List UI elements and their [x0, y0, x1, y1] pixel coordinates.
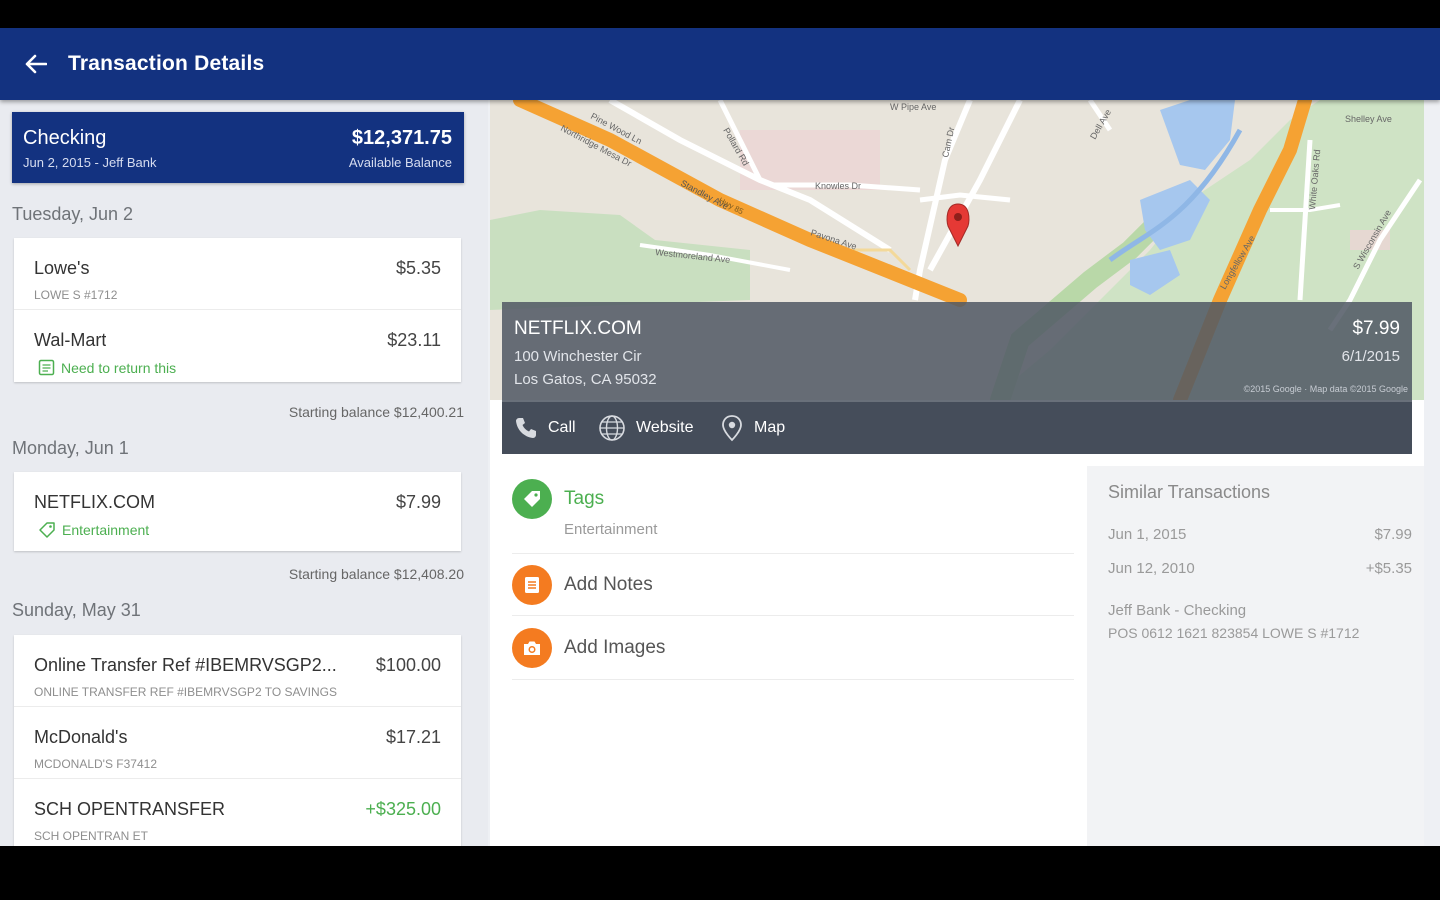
- map-button-label: Map: [754, 419, 786, 436]
- merchant-info-overlay: NETFLIX.COM 100 Winchester Cir Los Gatos…: [502, 302, 1412, 454]
- similar-transaction-date: Jun 12, 2010: [1108, 560, 1195, 577]
- back-button[interactable]: [18, 48, 54, 80]
- transaction-card: Lowe's $5.35 LOWE S #1712 Wal-Mart $23.1…: [14, 238, 461, 382]
- transaction-amount: $7.99: [395, 492, 441, 512]
- transaction-list-pane[interactable]: Checking Jun 2, 2015 - Jeff Bank $12,371…: [0, 100, 488, 846]
- transaction-row[interactable]: Online Transfer Ref #IBEMRVSGP2... $100.…: [14, 635, 461, 707]
- add-notes-row[interactable]: Add Notes: [512, 554, 1074, 616]
- transaction-name: SCH OPENTRANSFER: [34, 799, 226, 819]
- globe-icon: [599, 415, 625, 441]
- day-header: Tuesday, Jun 2: [12, 204, 134, 224]
- merchant-address-line2: Los Gatos, CA 95032: [514, 371, 657, 388]
- add-images-row[interactable]: Add Images: [512, 616, 1074, 680]
- account-header[interactable]: Checking Jun 2, 2015 - Jeff Bank $12,371…: [12, 112, 464, 183]
- tags-icon-circle: [512, 479, 552, 519]
- status-bar: [0, 0, 1440, 28]
- transaction-card: NETFLIX.COM $7.99 Entertainment: [14, 472, 461, 551]
- transaction-date: 6/1/2015: [1341, 348, 1400, 365]
- arrow-left-icon: [25, 54, 47, 74]
- transaction-description: SCH OPENTRAN ET: [34, 829, 149, 843]
- website-button-label: Website: [636, 419, 694, 436]
- website-button[interactable]: Website: [598, 402, 694, 454]
- day-header: Sunday, May 31: [12, 600, 141, 620]
- transaction-note-text: Need to return this: [61, 359, 177, 376]
- account-subtitle: Jun 2, 2015 - Jeff Bank: [23, 155, 157, 170]
- transaction-description: ONLINE TRANSFER REF #IBEMRVSGP2 TO SAVIN…: [34, 685, 337, 699]
- similar-transaction-amount: $7.99: [1374, 526, 1412, 543]
- content-area: Checking Jun 2, 2015 - Jeff Bank $12,371…: [0, 100, 1440, 846]
- map-street-label: W Pipe Ave: [890, 102, 936, 112]
- app-root: Transaction Details Checking Jun 2, 2015…: [0, 0, 1440, 900]
- account-balance: $12,371.75: [351, 127, 452, 149]
- transaction-description: MCDONALD'S F37412: [34, 757, 157, 771]
- phone-icon: [516, 418, 536, 438]
- similar-transaction-date: Jun 1, 2015: [1108, 526, 1187, 543]
- transaction-row[interactable]: Wal-Mart $23.11 Need to return this: [14, 310, 461, 382]
- merchant-address-line1: 100 Winchester Cir: [514, 348, 642, 365]
- app-bar: Transaction Details: [0, 28, 1440, 100]
- call-button-label: Call: [548, 419, 576, 436]
- transaction-amount: $23.11: [387, 330, 441, 350]
- account-balance-label: Available Balance: [348, 155, 452, 170]
- transaction-amount: $17.21: [385, 727, 441, 747]
- transaction-amount: $7.99: [1352, 318, 1400, 339]
- tags-label: Tags: [564, 488, 605, 509]
- transaction-amount: +$325.00: [365, 799, 441, 819]
- tag-icon: [39, 522, 55, 538]
- transaction-tag: Entertainment: [38, 521, 149, 539]
- map-street-label: Shelley Ave: [1345, 114, 1392, 124]
- tag-icon: [524, 491, 540, 507]
- similar-transaction-account: Jeff Bank - Checking: [1108, 602, 1247, 619]
- starting-balance: Starting balance $12,408.20: [288, 566, 464, 582]
- page-title: Transaction Details: [68, 52, 265, 75]
- notes-icon-circle: [512, 565, 552, 605]
- transaction-detail-pane: W Pipe Ave Pine Wood Ln Northridge Mesa …: [490, 100, 1424, 846]
- note-icon: [38, 359, 55, 376]
- merchant-name: NETFLIX.COM: [514, 318, 642, 339]
- tags-value: Entertainment: [564, 521, 658, 538]
- add-images-label: Add Images: [564, 637, 666, 658]
- similar-transactions-panel: Similar Transactions Jun 1, 2015 $7.99 J…: [1087, 466, 1424, 846]
- starting-balance: Starting balance $12,400.21: [288, 404, 464, 420]
- merchant-action-bar: Call Website Map: [502, 402, 1412, 454]
- images-icon-circle: [512, 628, 552, 668]
- tags-row[interactable]: Tags Entertainment: [512, 466, 1074, 554]
- transaction-tag-text: Entertainment: [62, 522, 150, 538]
- notes-icon: [525, 577, 539, 593]
- transaction-row[interactable]: SCH OPENTRANSFER +$325.00 SCH OPENTRAN E…: [14, 779, 461, 846]
- similar-transaction-amount: +$5.35: [1365, 560, 1412, 577]
- transaction-description: LOWE S #1712: [34, 288, 118, 302]
- similar-transaction-description: POS 0612 1621 823854 LOWE S #1712: [1108, 625, 1360, 641]
- transaction-name: Wal-Mart: [34, 330, 107, 350]
- transaction-name: Online Transfer Ref #IBEMRVSGP2...: [34, 655, 337, 675]
- camera-icon: [524, 641, 540, 655]
- transaction-amount: $5.35: [395, 258, 441, 278]
- transaction-amount: $100.00: [375, 655, 441, 675]
- transaction-details-list: Tags Entertainment Add Notes Add Images: [512, 466, 1074, 680]
- transaction-name: McDonald's: [34, 727, 128, 747]
- transaction-name: Lowe's: [34, 258, 90, 278]
- map-marker-icon: [722, 415, 742, 442]
- transaction-name: NETFLIX.COM: [34, 492, 156, 512]
- account-name: Checking: [23, 127, 107, 149]
- day-header: Monday, Jun 1: [12, 438, 129, 458]
- call-button[interactable]: Call: [514, 402, 576, 454]
- map-button[interactable]: Map: [720, 402, 785, 454]
- map-attribution: ©2015 Google · Map data ©2015 Google: [1243, 384, 1408, 394]
- transaction-note: Need to return this: [38, 359, 176, 376]
- navigation-bar: [0, 846, 1440, 900]
- transaction-card: Online Transfer Ref #IBEMRVSGP2... $100.…: [14, 635, 461, 846]
- similar-transactions-title: Similar Transactions: [1108, 482, 1271, 502]
- merchant-info-header: NETFLIX.COM 100 Winchester Cir Los Gatos…: [502, 302, 1412, 402]
- add-notes-label: Add Notes: [564, 574, 653, 595]
- transaction-row[interactable]: NETFLIX.COM $7.99 Entertainment: [14, 472, 461, 551]
- transaction-row[interactable]: McDonald's $17.21 MCDONALD'S F37412: [14, 707, 461, 779]
- map-street-label: Knowles Dr: [815, 181, 861, 191]
- transaction-row[interactable]: Lowe's $5.35 LOWE S #1712: [14, 238, 461, 310]
